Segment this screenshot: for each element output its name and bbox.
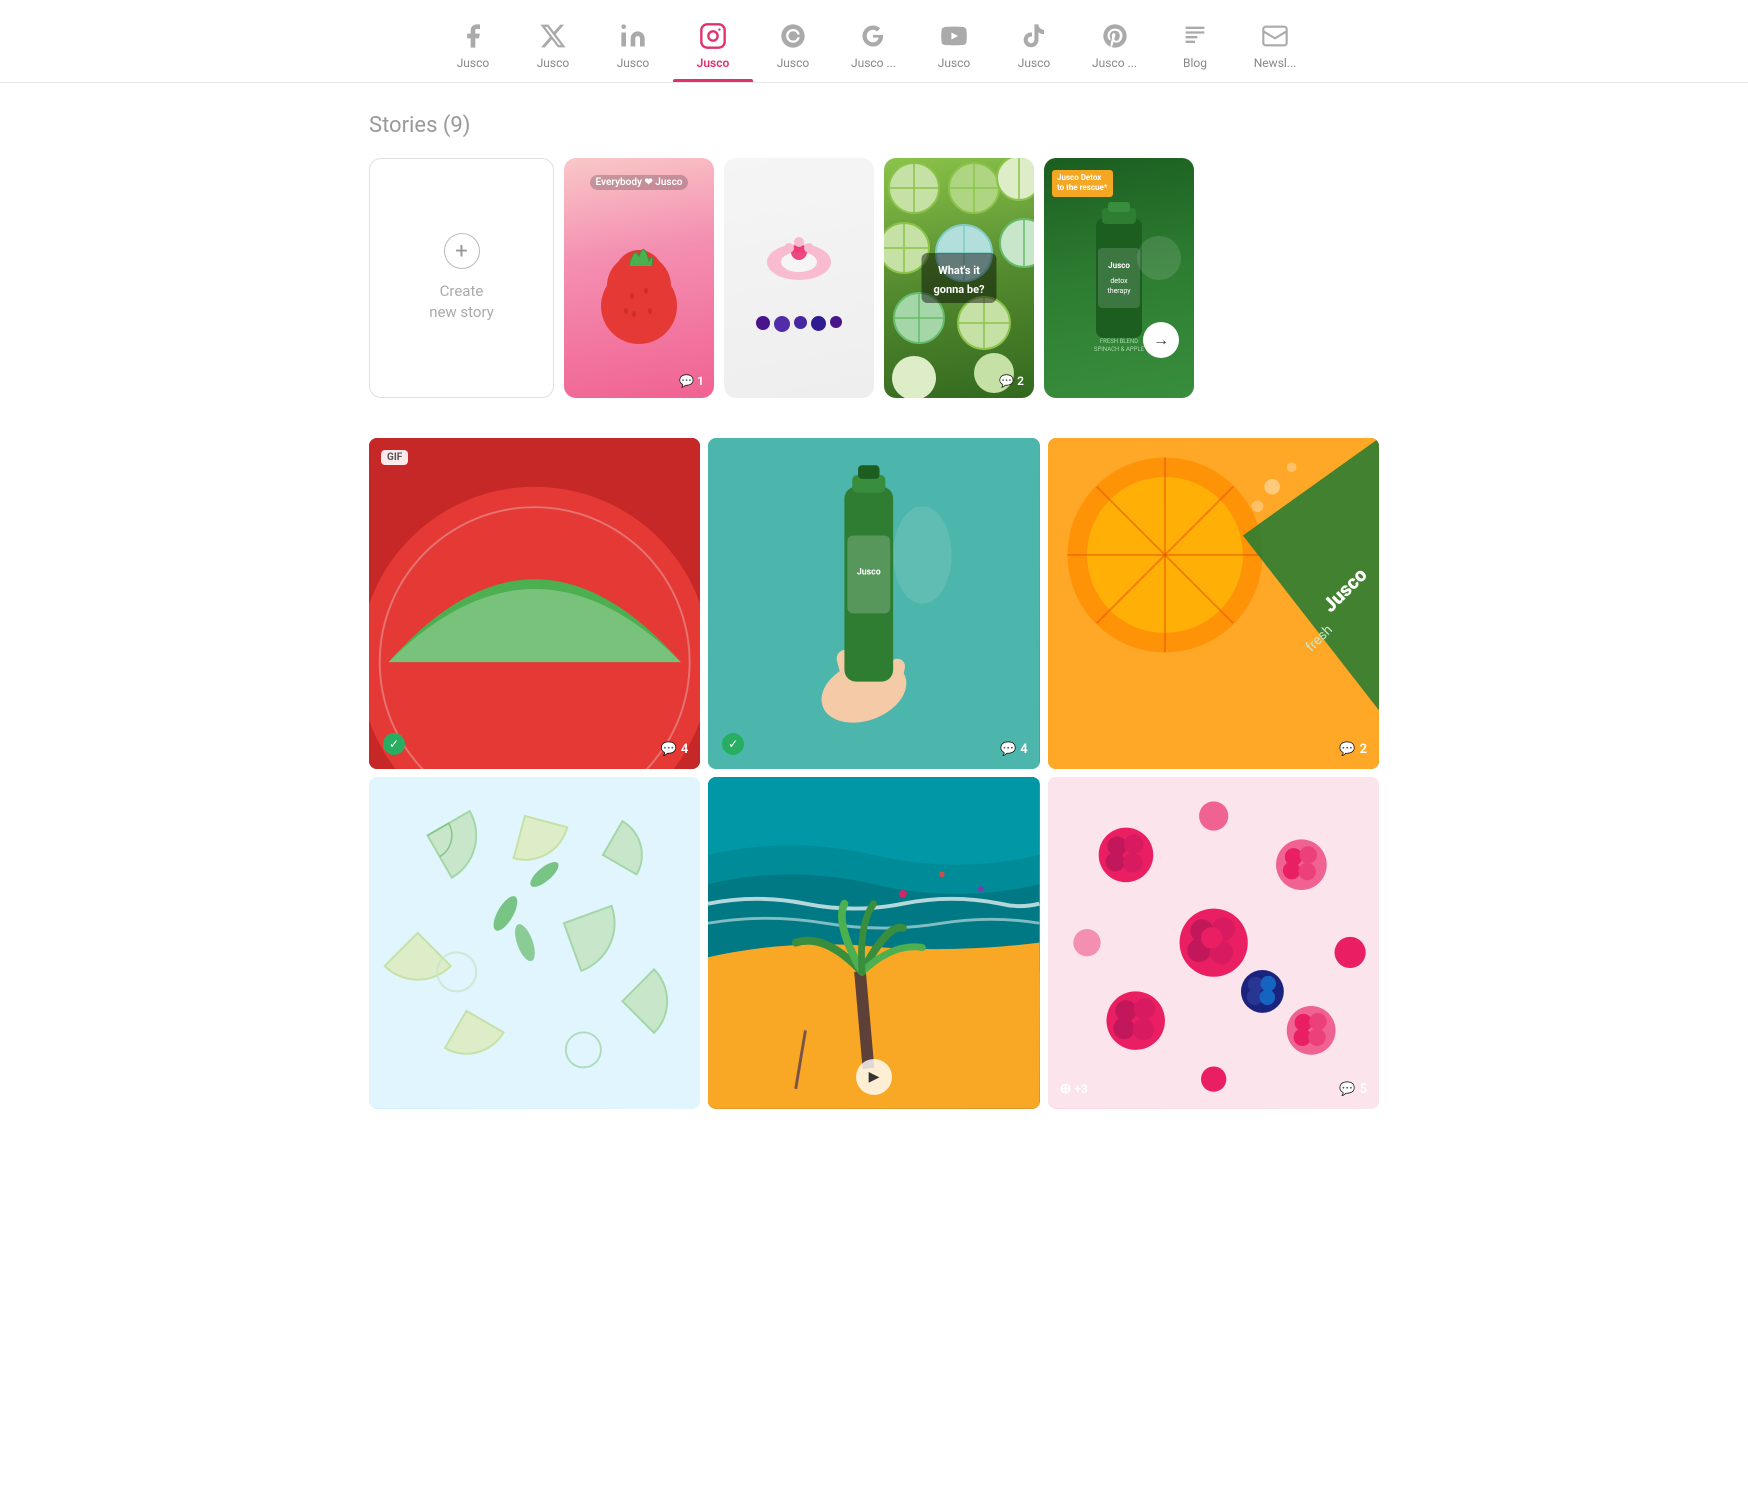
nav-label-linkedin: Jusco	[617, 56, 650, 70]
orange-svg: Jusco fresh	[1048, 438, 1379, 769]
story-card-strawberry[interactable]: Everybody ❤ Jusco 💬 1	[564, 158, 714, 398]
stories-title: Stories (9)	[369, 113, 1379, 138]
post-card-raspberry[interactable]: ⊕ +3 💬 5	[1048, 777, 1379, 1108]
story-center-overlay: What's it gonna be?	[922, 253, 997, 303]
nav-item-twitter[interactable]: Jusco	[513, 12, 593, 82]
nav-label-tiktok: Jusco	[1018, 56, 1051, 70]
nav-item-linkedin[interactable]: Jusco	[593, 12, 673, 82]
create-story-card[interactable]: + Createnew story	[369, 158, 554, 398]
stack-badge: ⊕ +3	[1060, 1081, 1088, 1097]
nav-label-instagram: Jusco	[697, 56, 730, 70]
story-everybody-text: Everybody ❤ Jusco	[590, 175, 689, 190]
strawberry-svg	[594, 236, 684, 346]
blueberry	[774, 316, 790, 332]
posts-grid: GIF ✓ 💬 4	[369, 438, 1379, 1109]
google-icon	[857, 20, 889, 52]
nav-label-twitter: Jusco	[537, 56, 570, 70]
svg-text:FRESH BLEND: FRESH BLEND	[1100, 338, 1138, 345]
nav-item-instagram[interactable]: Jusco	[673, 12, 753, 82]
nav-item-youtube[interactable]: Jusco	[914, 12, 994, 82]
threads-icon	[777, 20, 809, 52]
story-card-detox[interactable]: Jusco Detoxto the rescue* Jusco detox th…	[1044, 158, 1194, 398]
stories-row: + Createnew story	[369, 158, 1379, 398]
nav-label-google: Jusco ...	[851, 56, 896, 70]
post-card-bottle[interactable]: Jusco ✓ 💬 4	[708, 438, 1039, 769]
tiktok-icon	[1018, 20, 1050, 52]
svg-text:therapy: therapy	[1107, 287, 1131, 295]
post-comment-count-3: 💬 2	[1339, 742, 1367, 757]
post-card-lime-scatter[interactable]	[369, 777, 700, 1108]
bottle-hand-svg: Jusco	[708, 438, 1039, 769]
newsletter-icon	[1259, 20, 1291, 52]
post-card-beach[interactable]: ▶	[708, 777, 1039, 1108]
blueberry	[794, 316, 807, 329]
nav-label-blog: Blog	[1183, 56, 1207, 70]
blueberry	[756, 316, 770, 330]
nav-item-newsletter[interactable]: Newsl...	[1235, 12, 1315, 82]
blueberry	[811, 316, 826, 331]
svg-text:SPINACH & APPLE: SPINACH & APPLE	[1094, 346, 1145, 353]
detox-bottle-svg: Jusco detox therapy FRESH BLEND SPINACH …	[1044, 158, 1194, 398]
blueberry	[830, 316, 842, 328]
play-button[interactable]: ▶	[856, 1059, 892, 1095]
post-comment-count-1: 💬 4	[661, 742, 689, 757]
create-story-label: Createnew story	[429, 281, 494, 323]
svg-text:detox: detox	[1110, 277, 1128, 285]
nav-label-facebook: Jusco	[457, 56, 490, 70]
pinterest-icon	[1099, 20, 1131, 52]
svg-text:Jusco: Jusco	[1108, 261, 1130, 270]
story-comment-count-2: 💬 2	[999, 374, 1024, 388]
story-arrow-button[interactable]: →	[1143, 322, 1179, 358]
nav-item-pinterest[interactable]: Jusco ...	[1074, 12, 1155, 82]
raspberry-svg	[1048, 777, 1379, 1108]
facebook-icon	[457, 20, 489, 52]
post-comment-count-6: 💬 5	[1339, 1082, 1367, 1097]
post-comment-count-2: 💬 4	[1000, 742, 1028, 757]
plus-icon: +	[444, 233, 480, 269]
post-card-watermelon[interactable]: GIF ✓ 💬 4	[369, 438, 700, 769]
post-card-orange[interactable]: Jusco fresh 💬 2	[1048, 438, 1379, 769]
nav-item-blog[interactable]: Blog	[1155, 12, 1235, 82]
instagram-icon	[697, 20, 729, 52]
lime-scatter-svg	[369, 777, 700, 1108]
blog-icon	[1179, 20, 1211, 52]
nav-label-pinterest: Jusco ...	[1092, 56, 1137, 70]
linkedin-icon	[617, 20, 649, 52]
story-card-lime[interactable]: What's it gonna be? 💬 2	[884, 158, 1034, 398]
watermelon-svg	[369, 438, 700, 769]
story-card-blueberry[interactable]	[724, 158, 874, 398]
twitter-icon	[537, 20, 569, 52]
youtube-icon	[938, 20, 970, 52]
nav-item-tiktok[interactable]: Jusco	[994, 12, 1074, 82]
story-comment-count-1: 💬 1	[679, 374, 704, 388]
nav-label-newsletter: Newsl...	[1254, 56, 1297, 70]
gif-badge: GIF	[381, 450, 408, 465]
top-navigation: Jusco Jusco Jusco Jusco Jusco	[0, 0, 1748, 83]
donut-svg	[759, 234, 839, 304]
nav-item-threads[interactable]: Jusco	[753, 12, 833, 82]
nav-item-facebook[interactable]: Jusco	[433, 12, 513, 82]
stories-section: Stories (9) + Createnew story	[369, 113, 1379, 398]
nav-label-threads: Jusco	[777, 56, 810, 70]
svg-text:Jusco: Jusco	[857, 567, 881, 577]
nav-item-google[interactable]: Jusco ...	[833, 12, 914, 82]
nav-label-youtube: Jusco	[938, 56, 971, 70]
main-content: Stories (9) + Createnew story	[349, 83, 1399, 1139]
